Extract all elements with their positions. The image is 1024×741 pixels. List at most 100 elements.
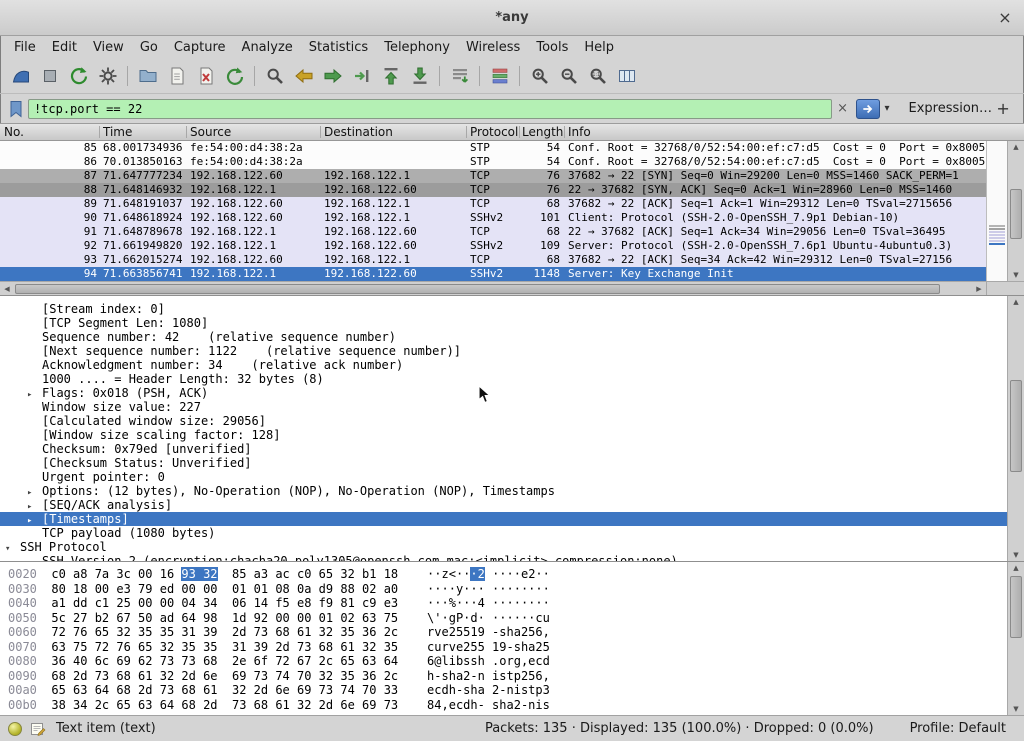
menu-telephony[interactable]: Telephony [376,38,458,57]
detail-line-stream-index[interactable]: [Stream index: 0] [0,302,1007,316]
menu-file[interactable]: File [6,38,44,57]
menu-edit[interactable]: Edit [44,38,85,57]
column-header-protocol[interactable]: Protocol [470,125,518,139]
open-file-folder-icon[interactable] [133,63,162,90]
column-header-time[interactable]: Time [103,125,132,139]
go-back-arrow-icon[interactable] [289,63,318,90]
packet-row-93[interactable]: 9371.662015274192.168.122.60192.168.122.… [0,253,986,267]
zoom-original-icon[interactable]: 1:1 [583,63,612,90]
column-divider[interactable] [186,126,187,138]
detail-line-tcp-payload[interactable]: TCP payload (1080 bytes) [0,526,1007,540]
detail-line-segment-len[interactable]: [TCP Segment Len: 1080] [0,316,1007,330]
detail-line-seq-ack-analysis[interactable]: ▸[SEQ/ACK analysis] [0,498,1007,512]
hex-row-0080[interactable]: 0080 36 40 6c 69 62 73 73 68 2e 6f 72 67… [0,654,1024,669]
find-packet-magnifier-icon[interactable] [260,63,289,90]
detail-line-sequence-number[interactable]: Sequence number: 42 (relative sequence n… [0,330,1007,344]
detail-line-ssh-protocol[interactable]: ▾SSH Protocol [0,540,1007,554]
detail-line-header-length[interactable]: 1000 .... = Header Length: 32 bytes (8) [0,372,1007,386]
scroll-down-arrow-icon[interactable]: ▼ [1008,549,1024,561]
detail-line-window-size[interactable]: Window size value: 227 [0,400,1007,414]
packet-list-scroll-thumb[interactable] [1010,189,1022,239]
packet-row-92[interactable]: 9271.661949820192.168.122.1192.168.122.6… [0,239,986,253]
filter-dropdown-chevron-icon[interactable]: ▾ [880,103,895,114]
filter-apply-button[interactable] [856,99,880,119]
start-capture-icon[interactable] [6,63,35,90]
detail-line-calc-window[interactable]: [Calculated window size: 29056] [0,414,1007,428]
menu-capture[interactable]: Capture [166,38,234,57]
column-divider[interactable] [519,126,520,138]
detail-line-urgent-pointer[interactable]: Urgent pointer: 0 [0,470,1007,484]
expert-info-icon[interactable] [8,722,22,736]
restart-capture-icon[interactable] [64,63,93,90]
packet-list-hscroll-thumb[interactable] [15,284,940,294]
scroll-down-arrow-icon[interactable]: ▼ [1008,269,1024,281]
hex-row-00b0[interactable]: 00b0 38 34 2c 65 63 64 68 2d 73 68 61 32… [0,698,1024,713]
detail-line-window-scaling[interactable]: [Window size scaling factor: 128] [0,428,1007,442]
column-header-source[interactable]: Source [190,125,231,139]
zoom-out-icon[interactable] [554,63,583,90]
column-divider[interactable] [466,126,467,138]
hex-row-0040[interactable]: 0040 a1 dd c1 25 00 00 04 34 06 14 f5 e8… [0,596,1024,611]
packet-row-89[interactable]: 8971.648191037192.168.122.60192.168.122.… [0,197,986,211]
column-header-info[interactable]: Info [568,125,591,139]
menu-help[interactable]: Help [576,38,622,57]
profile-status[interactable]: Profile: Default [910,721,1006,736]
hex-vscrollbar[interactable]: ▲ ▼ [1007,562,1024,715]
save-file-icon[interactable] [162,63,191,90]
packet-list-hscrollbar[interactable]: ◀ ▶ [0,281,986,295]
auto-scroll-icon[interactable] [445,63,474,90]
menu-go[interactable]: Go [132,38,166,57]
scroll-down-arrow-icon[interactable]: ▼ [1008,703,1024,715]
menu-view[interactable]: View [85,38,132,57]
scroll-up-arrow-icon[interactable]: ▲ [1008,562,1024,574]
zoom-in-icon[interactable] [525,63,554,90]
colorize-icon[interactable] [485,63,514,90]
hex-row-0020[interactable]: 0020 c0 a8 7a 3c 00 16 93 32 85 a3 ac c0… [0,567,1024,582]
detail-line-checksum-status[interactable]: [Checksum Status: Unverified] [0,456,1007,470]
details-scroll-thumb[interactable] [1010,380,1022,472]
scrollbar-minimap[interactable] [986,141,1007,281]
menu-tools[interactable]: Tools [528,38,576,57]
detail-line-ack-number[interactable]: Acknowledgment number: 34 (relative ack … [0,358,1007,372]
menu-statistics[interactable]: Statistics [301,38,376,57]
go-first-packet-icon[interactable] [376,63,405,90]
detail-line-checksum[interactable]: Checksum: 0x79ed [unverified] [0,442,1007,456]
resize-columns-icon[interactable] [612,63,641,90]
expander-icon[interactable]: ▾ [4,544,20,554]
detail-line-options[interactable]: ▸Options: (12 bytes), No-Operation (NOP)… [0,484,1007,498]
column-header-no[interactable]: No. [4,125,24,139]
hex-row-00a0[interactable]: 00a0 65 63 64 68 2d 73 68 61 32 2d 6e 69… [0,683,1024,698]
filter-bookmark-icon[interactable] [6,98,26,120]
expression-button[interactable]: Expression… [908,101,992,116]
scroll-up-arrow-icon[interactable]: ▲ [1008,141,1024,153]
hex-row-0060[interactable]: 0060 72 76 65 32 35 35 31 39 2d 73 68 61… [0,625,1024,640]
expander-icon[interactable]: ▸ [26,502,42,512]
packet-list-vscrollbar[interactable]: ▲ ▼ [1007,141,1024,281]
scroll-left-arrow-icon[interactable]: ◀ [0,282,14,295]
close-window-button[interactable]: × [996,9,1014,27]
expander-icon[interactable]: ▸ [26,516,42,526]
close-file-icon[interactable] [191,63,220,90]
packet-row-90[interactable]: 9071.648618924192.168.122.60192.168.122.… [0,211,986,225]
column-divider[interactable] [320,126,321,138]
detail-line-timestamps-selected[interactable]: ▸[Timestamps] [0,512,1007,526]
packet-row-88[interactable]: 8871.648146932192.168.122.1192.168.122.6… [0,183,986,197]
column-divider[interactable] [564,126,565,138]
hex-scroll-thumb[interactable] [1010,576,1022,638]
column-header-length[interactable]: Length [522,125,564,139]
reload-icon[interactable] [220,63,249,90]
hex-row-0050[interactable]: 0050 5c 27 b2 67 50 ad 64 98 1d 92 00 00… [0,611,1024,626]
hex-row-0090[interactable]: 0090 68 2d 73 68 61 32 2d 6e 69 73 74 70… [0,669,1024,684]
go-last-packet-icon[interactable] [405,63,434,90]
scroll-up-arrow-icon[interactable]: ▲ [1008,296,1024,308]
packet-row-86[interactable]: 8670.013850163fe:54:00:d4:38:2aSTP54Conf… [0,155,986,169]
menu-wireless[interactable]: Wireless [458,38,528,57]
capture-options-gear-icon[interactable] [93,63,122,90]
packet-row-94-selected[interactable]: 9471.663856741192.168.122.1192.168.122.6… [0,267,986,281]
scroll-right-arrow-icon[interactable]: ▶ [972,282,986,295]
go-forward-arrow-icon[interactable] [318,63,347,90]
detail-line-ssh-version[interactable]: SSH Version 2 (encryption:chacha20-poly1… [0,554,1007,561]
capture-comment-icon[interactable] [30,721,46,737]
hex-row-0030[interactable]: 0030 80 18 00 e3 79 ed 00 00 01 01 08 0a… [0,582,1024,597]
add-filter-button[interactable]: + [992,98,1014,120]
